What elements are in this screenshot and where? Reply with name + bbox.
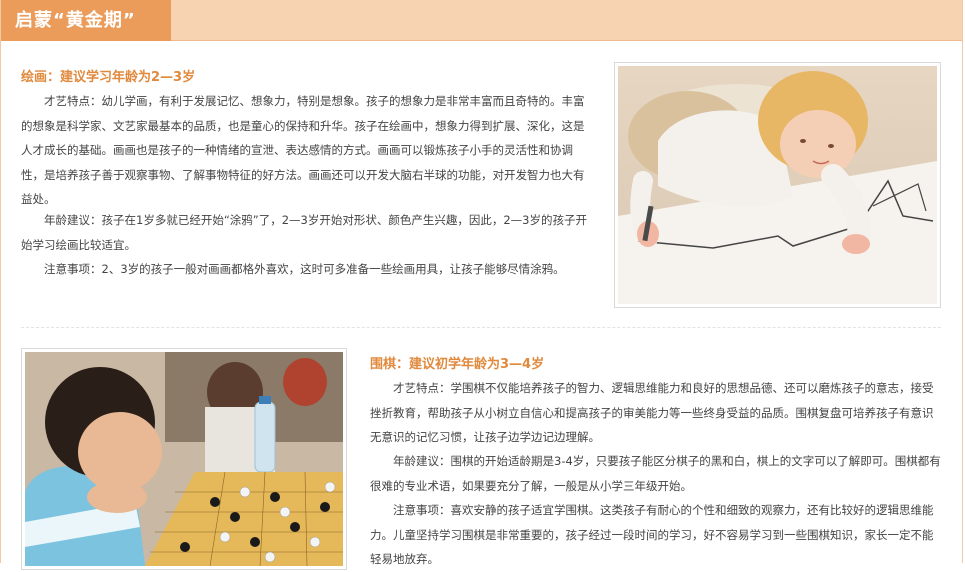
section-divider bbox=[21, 327, 941, 328]
header-title: 启蒙“黄金期” bbox=[1, 0, 171, 41]
weiqi-age-paragraph: 年龄建议：围棋的开始适龄期是3-4岁，只要孩子能区分棋子的黑和白，棋上的文字可以… bbox=[370, 454, 941, 493]
painting-photo bbox=[614, 62, 941, 308]
article-frame: 启蒙“黄金期” 绘画：建议学习年龄为2—3岁 才艺特点：幼儿学画，有利于发展记忆… bbox=[0, 0, 963, 570]
child-playing-go-illustration bbox=[25, 352, 343, 566]
painting-age-paragraph: 年龄建议：孩子在1岁多就已经开始“涂鸦”了，2—3岁开始对形状、颜色产生兴趣，因… bbox=[21, 213, 587, 252]
weiqi-feature-paragraph: 才艺特点：学围棋不仅能培养孩子的智力、逻辑思维能力和良好的思想品德、还可以磨炼孩… bbox=[370, 381, 934, 444]
painting-feature-paragraph: 才艺特点：幼儿学画，有利于发展记忆、想象力，特别是想象。孩子的想象力是非常丰富而… bbox=[21, 94, 585, 206]
painting-notes-paragraph: 注意事项：2、3岁的孩子一般对画画都格外喜欢，这时可多准备一些绘画用具，让孩子能… bbox=[44, 262, 565, 276]
child-drawing-illustration bbox=[618, 66, 937, 304]
weiqi-notes-paragraph: 注意事项：喜欢安静的孩子适宜学围棋。这类孩子有耐心的个性和细致的观察力，还有比较… bbox=[370, 503, 934, 566]
weiqi-title: 围棋：建议初学年龄为3—4岁 bbox=[370, 357, 545, 372]
weiqi-photo bbox=[21, 348, 347, 570]
painting-title: 绘画：建议学习年龄为2—3岁 bbox=[21, 70, 196, 85]
section-header: 启蒙“黄金期” bbox=[1, 0, 962, 41]
